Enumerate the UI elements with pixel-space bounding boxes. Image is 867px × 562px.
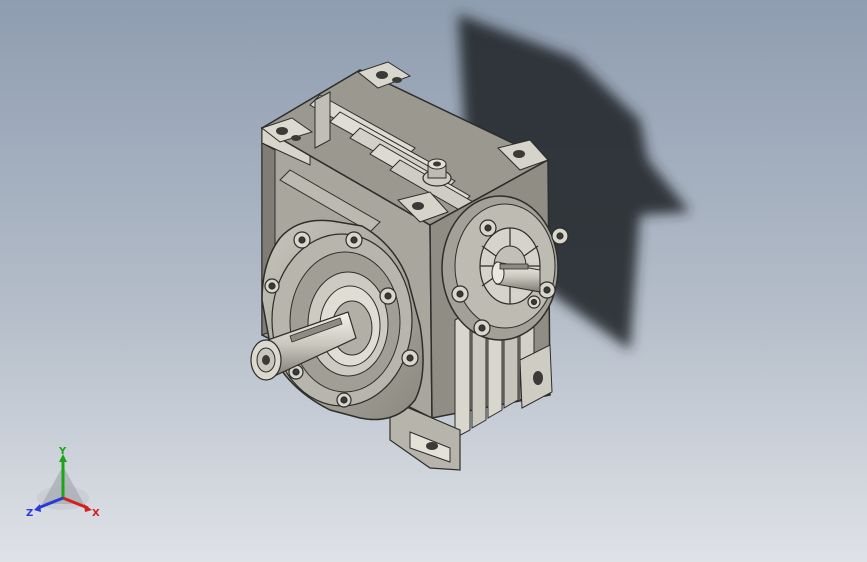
x-axis-arrow-icon [84,504,92,512]
graphics-viewport[interactable]: Y X Z [0,0,867,562]
x-axis-label: X [92,508,100,519]
z-axis-arrow-icon [34,504,41,512]
gearbox-model[interactable] [0,0,867,562]
y-axis-label: Y [58,446,67,457]
view-orientation-triad[interactable]: Y X Z [22,446,112,526]
z-axis-label: Z [26,508,33,519]
